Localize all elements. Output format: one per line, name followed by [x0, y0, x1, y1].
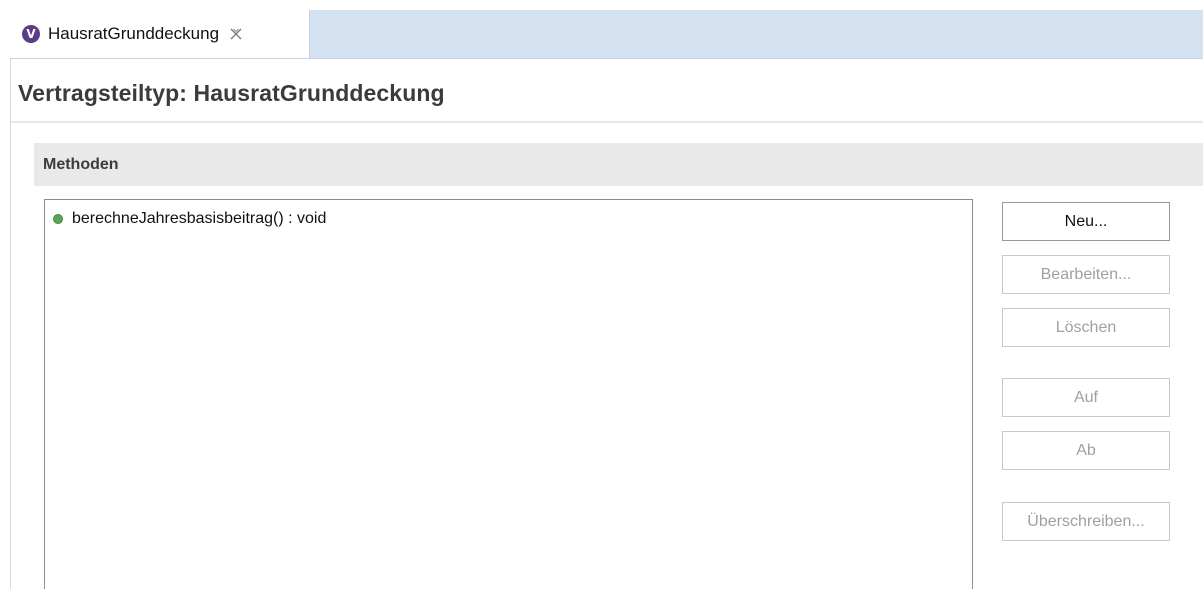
- method-label: berechneJahresbasisbeitrag() : void: [72, 210, 327, 227]
- title-divider: [11, 121, 1203, 123]
- delete-button[interactable]: Löschen: [1002, 308, 1170, 347]
- move-down-button[interactable]: Ab: [1002, 431, 1170, 470]
- new-button[interactable]: Neu...: [1002, 202, 1170, 241]
- methods-section-header: Methoden: [34, 143, 1203, 186]
- tab-hausrat-grunddeckung[interactable]: V HausratGrunddeckung: [10, 10, 310, 58]
- method-public-icon: [53, 214, 63, 224]
- product-type-icon: V: [22, 25, 40, 43]
- edit-button[interactable]: Bearbeiten...: [1002, 255, 1170, 294]
- close-icon[interactable]: [229, 27, 243, 41]
- editor-window: V HausratGrunddeckung Vertragsteiltyp: H…: [0, 0, 1203, 589]
- page-title: Vertragsteiltyp: HausratGrunddeckung: [18, 80, 445, 106]
- move-up-button[interactable]: Auf: [1002, 378, 1170, 417]
- tab-label: HausratGrunddeckung: [48, 24, 220, 43]
- frame-left-edge: [10, 58, 11, 589]
- override-button[interactable]: Überschreiben...: [1002, 502, 1170, 541]
- method-list[interactable]: berechneJahresbasisbeitrag() : void: [44, 199, 973, 589]
- list-item[interactable]: berechneJahresbasisbeitrag() : void: [53, 210, 326, 228]
- editor-tab-bar: V HausratGrunddeckung: [10, 10, 1203, 59]
- section-title: Methoden: [43, 155, 119, 173]
